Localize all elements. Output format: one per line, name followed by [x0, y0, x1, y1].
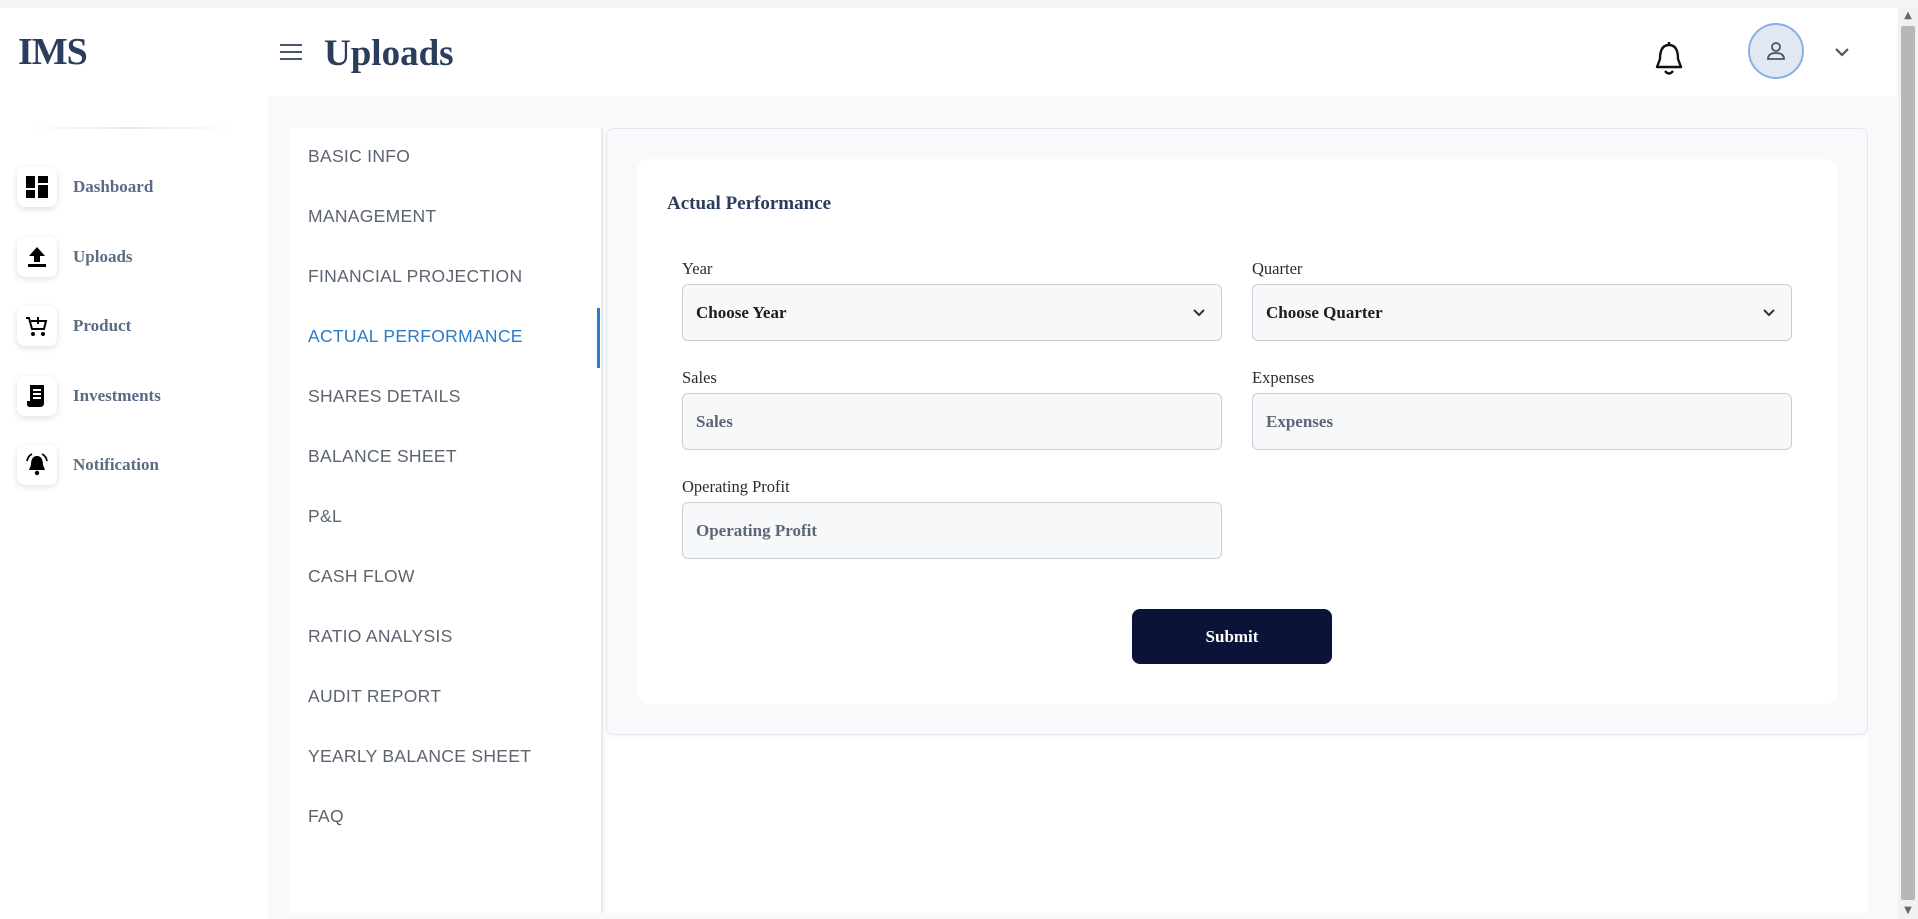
dashboard-icon [17, 167, 57, 207]
page-title: Uploads [324, 33, 454, 74]
tab-shares-details[interactable]: SHARES DETAILS [308, 386, 461, 407]
receipt-icon [17, 376, 57, 416]
operating-profit-placeholder: Operating Profit [696, 520, 818, 540]
tab-faq[interactable]: FAQ [308, 806, 344, 827]
sidebar-item-label: Product [73, 316, 132, 335]
expenses-label: Expenses [1252, 368, 1315, 387]
submit-button[interactable]: Submit [1132, 609, 1332, 664]
tab-p-and-l[interactable]: P&L [308, 506, 342, 527]
app-logo: IMS [18, 31, 88, 73]
tab-financial-projection[interactable]: FINANCIAL PROJECTION [308, 266, 522, 287]
form-title: Actual Performance [667, 193, 832, 214]
operating-profit-input[interactable]: Operating Profit [682, 502, 1222, 559]
sidebar-item-notification[interactable]: Notification [17, 444, 159, 486]
panel-footer-space [606, 737, 1868, 913]
chevron-down-icon[interactable] [1832, 42, 1852, 62]
tab-management[interactable]: MANAGEMENT [308, 206, 436, 227]
scrollbar-thumb[interactable] [1901, 26, 1915, 900]
sidebar-item-uploads[interactable]: Uploads [17, 236, 133, 278]
cart-icon [17, 306, 57, 346]
year-select[interactable]: Choose Year [682, 284, 1222, 341]
sales-input[interactable]: Sales [682, 393, 1222, 450]
quarter-label: Quarter [1252, 259, 1303, 278]
year-label: Year [682, 259, 713, 278]
page-scrollbar[interactable]: ▲ ▼ [1898, 8, 1918, 919]
tab-actual-performance[interactable]: ACTUAL PERFORMANCE [308, 326, 523, 347]
quarter-select-value: Choose Quarter [1266, 302, 1383, 322]
hamburger-menu-icon[interactable] [280, 44, 302, 62]
sales-label: Sales [682, 368, 717, 387]
alarm-icon [17, 445, 57, 485]
tab-audit-report[interactable]: AUDIT REPORT [308, 686, 441, 707]
sidebar-item-label: Dashboard [73, 177, 154, 196]
scroll-down-arrow-icon[interactable]: ▼ [1898, 905, 1918, 917]
tab-yearly-balance-sheet[interactable]: YEARLY BALANCE SHEET [308, 746, 531, 767]
sidebar-item-product[interactable]: Product [17, 305, 131, 347]
tab-balance-sheet[interactable]: BALANCE SHEET [308, 446, 457, 467]
active-tab-indicator [597, 308, 600, 368]
upload-sections-nav: BASIC INFO MANAGEMENT FINANCIAL PROJECTI… [289, 128, 603, 913]
sidebar-item-dashboard[interactable]: Dashboard [17, 166, 153, 208]
sidebar-item-label: Notification [73, 455, 159, 474]
tab-cash-flow[interactable]: CASH FLOW [308, 566, 415, 587]
scroll-up-arrow-icon[interactable]: ▲ [1898, 10, 1918, 22]
quarter-select[interactable]: Choose Quarter [1252, 284, 1792, 341]
tab-basic-info[interactable]: BASIC INFO [308, 146, 410, 167]
sales-placeholder: Sales [696, 411, 733, 431]
upload-icon [17, 237, 57, 277]
user-avatar[interactable] [1748, 23, 1804, 79]
sidebar-divider [26, 127, 236, 129]
expenses-placeholder: Expenses [1266, 411, 1334, 431]
notification-bell-icon[interactable] [1651, 40, 1687, 80]
sidebar-item-label: Investments [73, 386, 161, 405]
tab-ratio-analysis[interactable]: RATIO ANALYSIS [308, 626, 453, 647]
chevron-down-icon [1763, 309, 1775, 317]
chevron-down-icon [1193, 309, 1205, 317]
user-icon [1767, 42, 1785, 60]
top-header: Uploads [268, 8, 1898, 96]
operating-profit-label: Operating Profit [682, 477, 790, 496]
sidebar-item-investments[interactable]: Investments [17, 375, 161, 417]
sidebar: IMS Dashboard Uploads Product Investment… [0, 8, 268, 919]
sidebar-item-label: Uploads [73, 247, 133, 266]
year-select-value: Choose Year [696, 302, 787, 322]
expenses-input[interactable]: Expenses [1252, 393, 1792, 450]
